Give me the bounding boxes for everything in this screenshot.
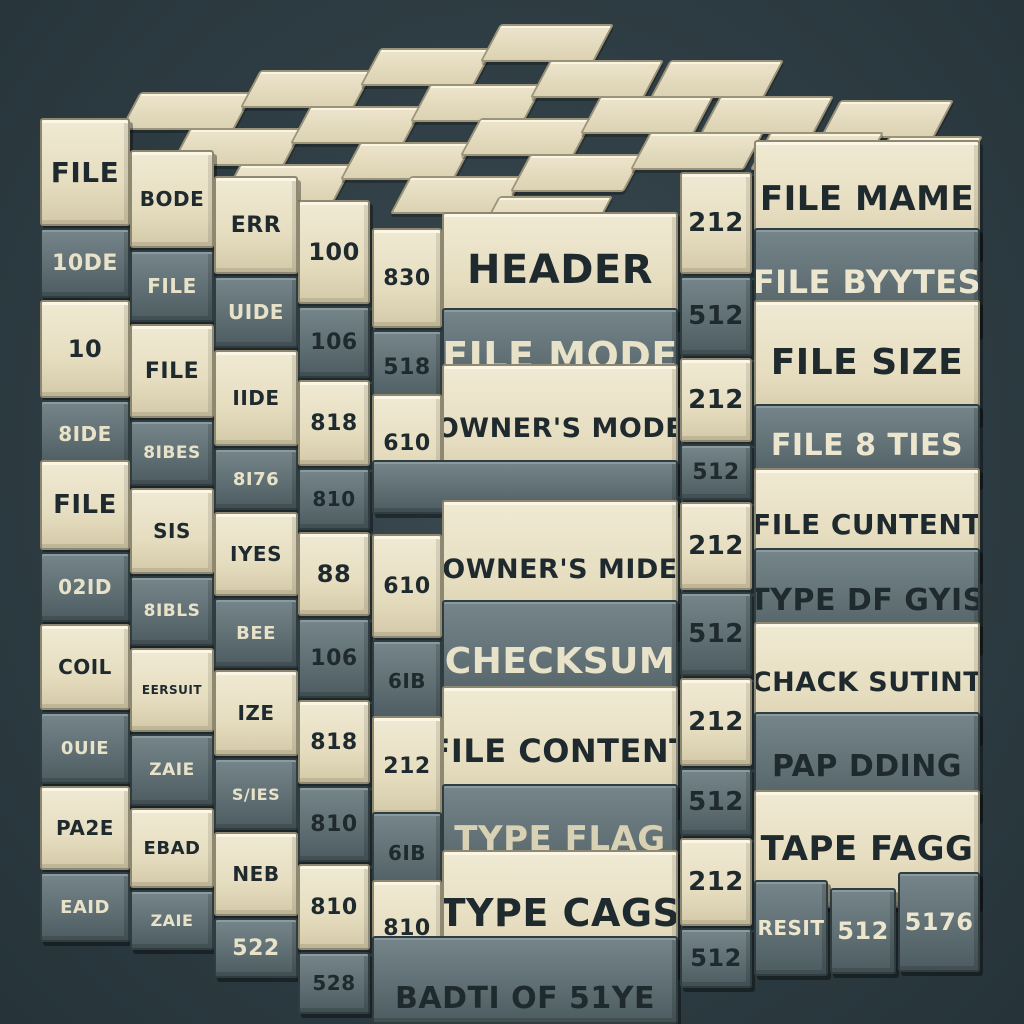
top-tile <box>699 96 835 134</box>
block-center-prefix-2: 518 <box>372 330 442 404</box>
block-center-prefix-1: 830 <box>372 228 442 328</box>
block-left-c-5: IYES <box>214 512 298 596</box>
block-mid-3: 818 <box>298 380 370 466</box>
top-tile <box>649 60 785 98</box>
block-center-prefix-6: 212 <box>372 716 442 816</box>
block-num-2: 512 <box>680 276 752 356</box>
block-left-b-6: 8IBLS <box>130 576 214 646</box>
block-num-4: 512 <box>680 444 752 500</box>
block-stack-illustration: FILE 10DE 10 8IDE FILE 02ID COIL 0UIE PA… <box>0 0 1024 1024</box>
block-left-c-3: IIDE <box>214 350 298 446</box>
block-left-c-10: 522 <box>214 918 298 978</box>
block-mid-5: 88 <box>298 532 370 616</box>
top-tile <box>359 48 495 86</box>
top-tile <box>629 132 765 170</box>
block-left-c-6: BEE <box>214 598 298 668</box>
top-tile <box>529 60 665 98</box>
block-left-c-8: S/IES <box>214 758 298 830</box>
block-left-b-4: 8IBES <box>130 420 214 486</box>
block-5176-right: 5176 <box>898 872 980 972</box>
block-num-8: 512 <box>680 768 752 836</box>
block-num-10: 512 <box>680 928 752 988</box>
block-mid-9: 810 <box>298 864 370 950</box>
block-left-c-9: NEB <box>214 832 298 916</box>
block-left-c-4: 8I76 <box>214 448 298 510</box>
block-num-6: 512 <box>680 592 752 676</box>
top-tile <box>509 154 645 192</box>
block-left-a-2: 10DE <box>40 228 130 298</box>
block-num-1: 212 <box>680 172 752 274</box>
block-mid-1: 100 <box>298 200 370 304</box>
block-left-a-9: PA2E <box>40 786 130 870</box>
block-center-prefix-4: 610 <box>372 534 442 638</box>
top-tile <box>339 142 475 180</box>
top-tile <box>579 96 715 134</box>
block-mid-7: 818 <box>298 700 370 784</box>
block-mid-10: 528 <box>298 952 370 1014</box>
block-mid-2: 106 <box>298 306 370 378</box>
block-left-b-10: ZAIE <box>130 890 214 950</box>
block-left-b-3: FILE <box>130 324 214 418</box>
block-mid-4: 810 <box>298 468 370 530</box>
block-left-a-5: FILE <box>40 460 130 550</box>
block-left-b-5: SIS <box>130 488 214 574</box>
block-left-a-7: COIL <box>40 624 130 710</box>
block-left-b-7: EERSUIT <box>130 648 214 732</box>
block-num-3: 212 <box>680 358 752 442</box>
block-left-a-4: 8IDE <box>40 400 130 468</box>
top-tile <box>239 70 375 108</box>
block-left-b-1: BODE <box>130 150 214 248</box>
block-num-5: 212 <box>680 502 752 590</box>
block-512-right: 512 <box>830 888 896 974</box>
top-tile <box>119 92 255 130</box>
block-left-a-8: 0UIE <box>40 712 130 784</box>
block-left-b-9: EBAD <box>130 808 214 888</box>
block-left-c-2: UIDE <box>214 276 298 348</box>
block-left-c-1: ERR <box>214 176 298 274</box>
block-num-7: 212 <box>680 678 752 766</box>
block-mid-6: 106 <box>298 618 370 698</box>
block-left-a-6: 02ID <box>40 552 130 622</box>
top-tile <box>289 106 425 144</box>
block-bottom-partial: BADTI OF 51YE <box>372 936 678 1024</box>
block-left-a-10: EAID <box>40 872 130 942</box>
block-left-b-8: ZAIE <box>130 734 214 806</box>
block-resit: RESIT <box>754 880 828 976</box>
top-tile <box>459 118 595 156</box>
block-mid-8: 810 <box>298 786 370 862</box>
block-left-a-1: FILE <box>40 118 130 226</box>
block-left-c-7: IZE <box>214 670 298 756</box>
block-num-9: 212 <box>680 838 752 926</box>
block-left-a-3: 10 <box>40 300 130 398</box>
top-tile <box>409 84 545 122</box>
block-center-prefix-5: 6IB <box>372 640 442 722</box>
block-left-b-2: FILE <box>130 250 214 322</box>
top-tile <box>479 24 615 62</box>
